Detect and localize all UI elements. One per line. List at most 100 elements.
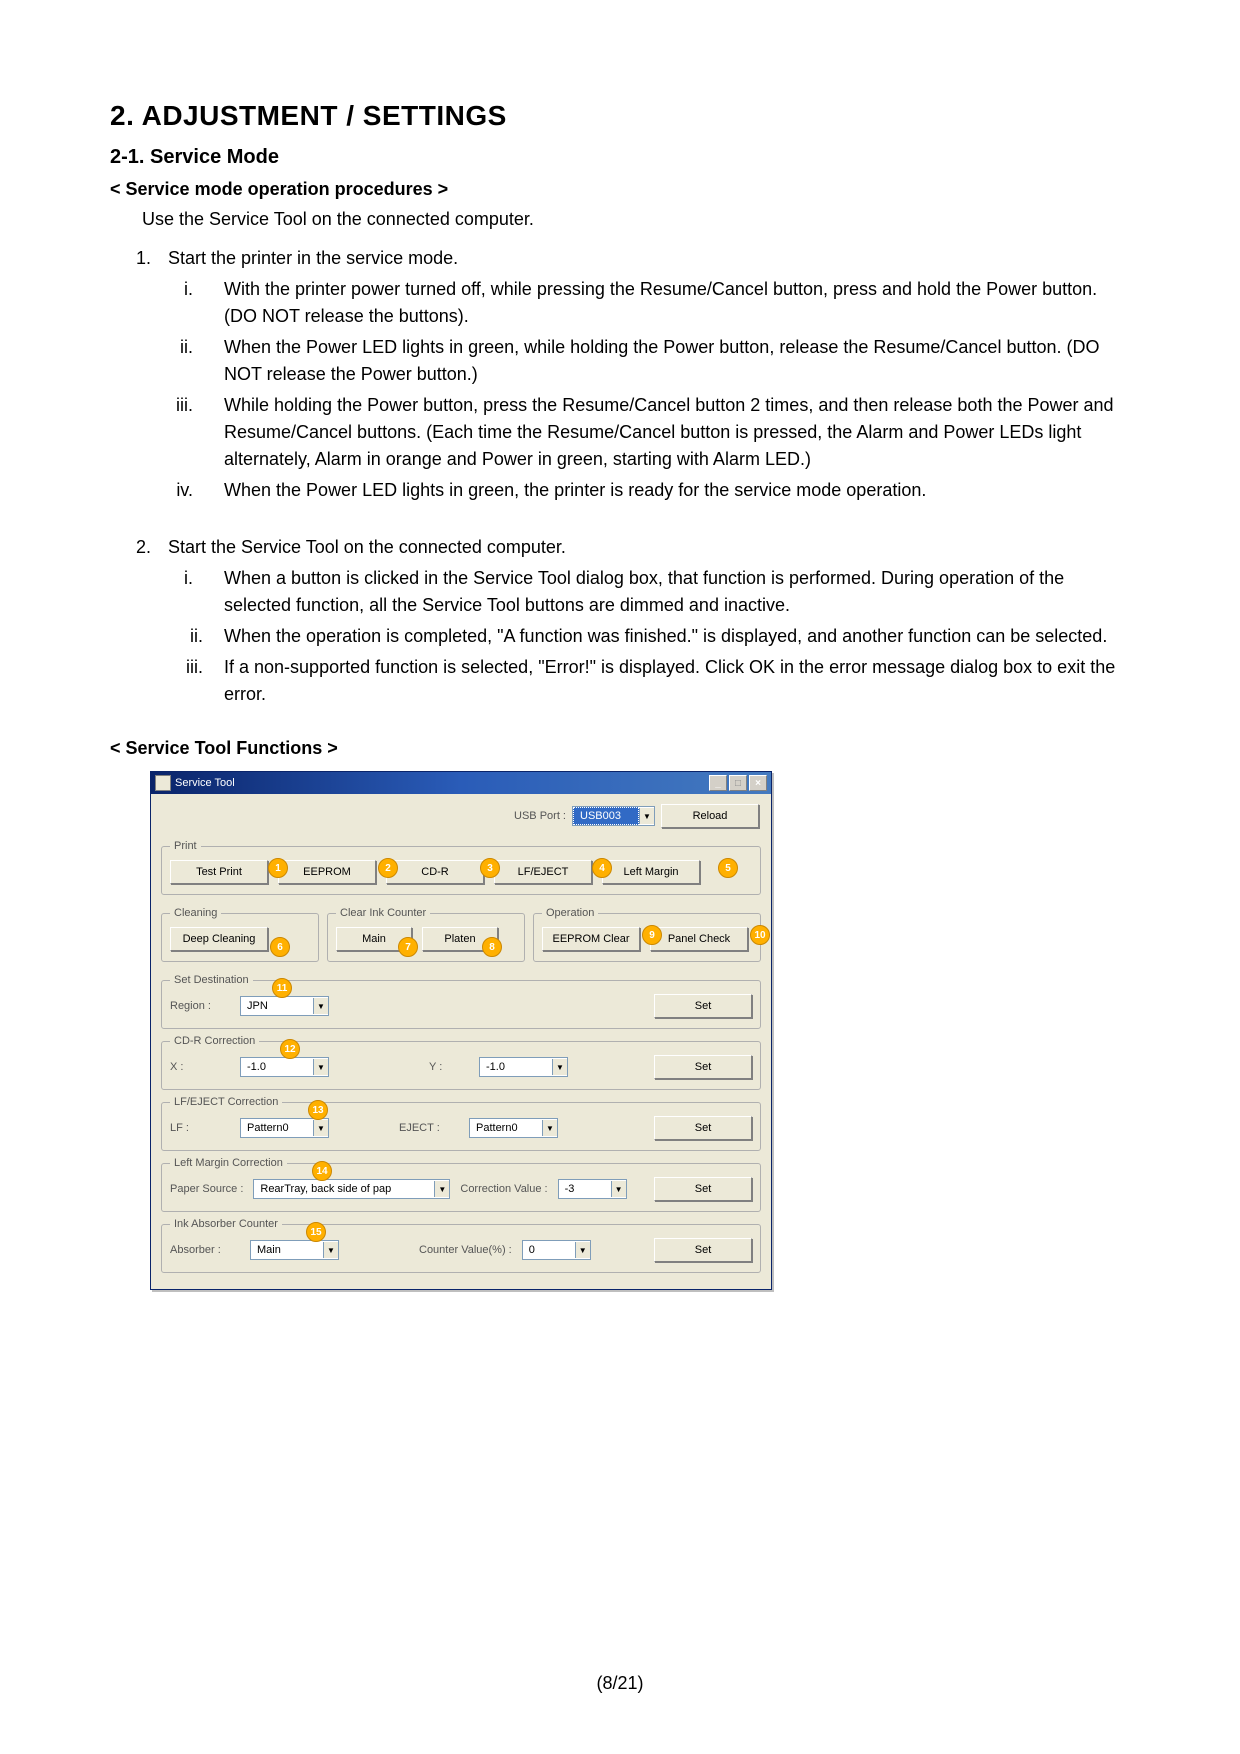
badge-14: 14	[312, 1161, 332, 1181]
region-value: JPN	[241, 1000, 313, 1012]
badge-15: 15	[306, 1222, 326, 1242]
chevron-down-icon: ▼	[313, 998, 328, 1014]
badge-4: 4	[592, 858, 612, 878]
step-1-title: Start the printer in the service mode.	[168, 248, 458, 268]
counter-value-dropdown[interactable]: 0 ▼	[522, 1240, 591, 1260]
chevron-down-icon: ▼	[552, 1059, 567, 1075]
usb-port-label: USB Port :	[514, 810, 566, 822]
tool-functions-heading: < Service Tool Functions >	[110, 738, 1130, 759]
eeprom-clear-button[interactable]: EEPROM Clear	[542, 927, 640, 951]
procedures-heading: < Service mode operation procedures >	[110, 179, 1130, 200]
badge-6: 6	[270, 937, 290, 957]
badge-13: 13	[308, 1100, 328, 1120]
counter-value: 0	[523, 1244, 575, 1256]
cleaning-legend: Cleaning	[170, 907, 221, 919]
service-tool-dialog: Service Tool _ □ × USB Port : USB003 ▼ R…	[150, 771, 772, 1290]
left-margin-correction-group: Left Margin Correction 14 Paper Source :…	[161, 1157, 761, 1212]
region-dropdown[interactable]: JPN ▼	[240, 996, 329, 1016]
procedures-intro: Use the Service Tool on the connected co…	[110, 206, 1130, 233]
paper-source-label: Paper Source :	[170, 1183, 243, 1195]
cdr-set-button[interactable]: Set	[654, 1055, 752, 1079]
left-margin-set-button[interactable]: Set	[654, 1177, 752, 1201]
cleaning-group: Cleaning Deep Cleaning 6	[161, 907, 319, 962]
step-2: Start the Service Tool on the connected …	[156, 534, 1130, 708]
step-1-iii: While holding the Power button, press th…	[208, 392, 1130, 473]
region-label: Region :	[170, 1000, 230, 1012]
correction-value: -3	[559, 1183, 611, 1195]
titlebar: Service Tool _ □ ×	[151, 772, 771, 794]
window-title: Service Tool	[175, 777, 235, 789]
paper-source-dropdown[interactable]: RearTray, back side of pap ▼	[253, 1179, 450, 1199]
page-title: 2. ADJUSTMENT / SETTINGS	[110, 100, 1130, 132]
chevron-down-icon: ▼	[542, 1120, 557, 1136]
lf-value: Pattern0	[241, 1122, 313, 1134]
chevron-down-icon: ▼	[575, 1242, 590, 1258]
section-title: 2-1. Service Mode	[110, 146, 1130, 169]
cdr-y-value: -1.0	[480, 1061, 552, 1073]
usb-port-value: USB003	[573, 807, 639, 825]
badge-9: 9	[642, 925, 662, 945]
cdr-x-dropdown[interactable]: -1.0 ▼	[240, 1057, 329, 1077]
lfeject-set-button[interactable]: Set	[654, 1116, 752, 1140]
cdr-y-dropdown[interactable]: -1.0 ▼	[479, 1057, 568, 1077]
deep-cleaning-button[interactable]: Deep Cleaning	[170, 927, 268, 951]
chevron-down-icon: ▼	[313, 1120, 328, 1136]
badge-2: 2	[378, 858, 398, 878]
set-destination-button[interactable]: Set	[654, 994, 752, 1018]
close-button[interactable]: ×	[749, 775, 767, 791]
paper-source-value: RearTray, back side of pap	[254, 1183, 434, 1195]
ink-absorber-group: Ink Absorber Counter 15 Absorber : Main …	[161, 1218, 761, 1273]
cdr-button[interactable]: CD-R	[386, 860, 484, 884]
clear-ink-group: Clear Ink Counter Main 7 Platen 8	[327, 907, 525, 962]
ink-absorber-set-button[interactable]: Set	[654, 1238, 752, 1262]
chevron-down-icon: ▼	[434, 1181, 449, 1197]
page-number: (8/21)	[0, 1673, 1240, 1694]
badge-12: 12	[280, 1039, 300, 1059]
correction-value-label: Correction Value :	[460, 1183, 547, 1195]
eeprom-button[interactable]: EEPROM	[278, 860, 376, 884]
set-destination-group: Set Destination 11 Region : JPN ▼ Set	[161, 974, 761, 1029]
cdr-y-label: Y :	[429, 1061, 469, 1073]
badge-1: 1	[268, 858, 288, 878]
operation-group: Operation EEPROM Clear 9 Panel Check 10	[533, 907, 761, 962]
step-2-iii: If a non-supported function is selected,…	[208, 654, 1130, 708]
clear-ink-legend: Clear Ink Counter	[336, 907, 430, 919]
step-1-ii: When the Power LED lights in green, whil…	[208, 334, 1130, 388]
eject-value: Pattern0	[470, 1122, 542, 1134]
lf-label: LF :	[170, 1122, 230, 1134]
left-margin-button[interactable]: Left Margin	[602, 860, 700, 884]
app-icon	[155, 775, 171, 791]
absorber-dropdown[interactable]: Main ▼	[250, 1240, 339, 1260]
chevron-down-icon: ▼	[639, 808, 654, 824]
eject-label: EJECT :	[399, 1122, 459, 1134]
step-2-title: Start the Service Tool on the connected …	[168, 537, 566, 557]
badge-5: 5	[718, 858, 738, 878]
print-legend: Print	[170, 840, 201, 852]
panel-check-button[interactable]: Panel Check	[650, 927, 748, 951]
cdr-correction-legend: CD-R Correction	[170, 1035, 259, 1047]
chevron-down-icon: ▼	[323, 1242, 338, 1258]
step-1-i: With the printer power turned off, while…	[208, 276, 1130, 330]
eject-dropdown[interactable]: Pattern0 ▼	[469, 1118, 558, 1138]
cdr-x-value: -1.0	[241, 1061, 313, 1073]
chevron-down-icon: ▼	[611, 1181, 626, 1197]
operation-legend: Operation	[542, 907, 598, 919]
usb-port-combo[interactable]: USB003 ▼	[572, 806, 655, 826]
minimize-button[interactable]: _	[709, 775, 727, 791]
lf-dropdown[interactable]: Pattern0 ▼	[240, 1118, 329, 1138]
set-destination-legend: Set Destination	[170, 974, 253, 986]
lfeject-correction-group: LF/EJECT Correction 13 LF : Pattern0 ▼ E…	[161, 1096, 761, 1151]
lfeject-correction-legend: LF/EJECT Correction	[170, 1096, 282, 1108]
lfeject-button[interactable]: LF/EJECT	[494, 860, 592, 884]
step-1: Start the printer in the service mode. W…	[156, 245, 1130, 504]
step-1-iv: When the Power LED lights in green, the …	[208, 477, 1130, 504]
reload-button[interactable]: Reload	[661, 804, 759, 828]
test-print-button[interactable]: Test Print	[170, 860, 268, 884]
print-group: Print Test Print 1 EEPROM 2 CD-R 3 LF/EJ…	[161, 840, 761, 895]
maximize-button[interactable]: □	[729, 775, 747, 791]
absorber-label: Absorber :	[170, 1244, 240, 1256]
correction-value-dropdown[interactable]: -3 ▼	[558, 1179, 627, 1199]
cdr-x-label: X :	[170, 1061, 230, 1073]
badge-10: 10	[750, 925, 770, 945]
badge-3: 3	[480, 858, 500, 878]
